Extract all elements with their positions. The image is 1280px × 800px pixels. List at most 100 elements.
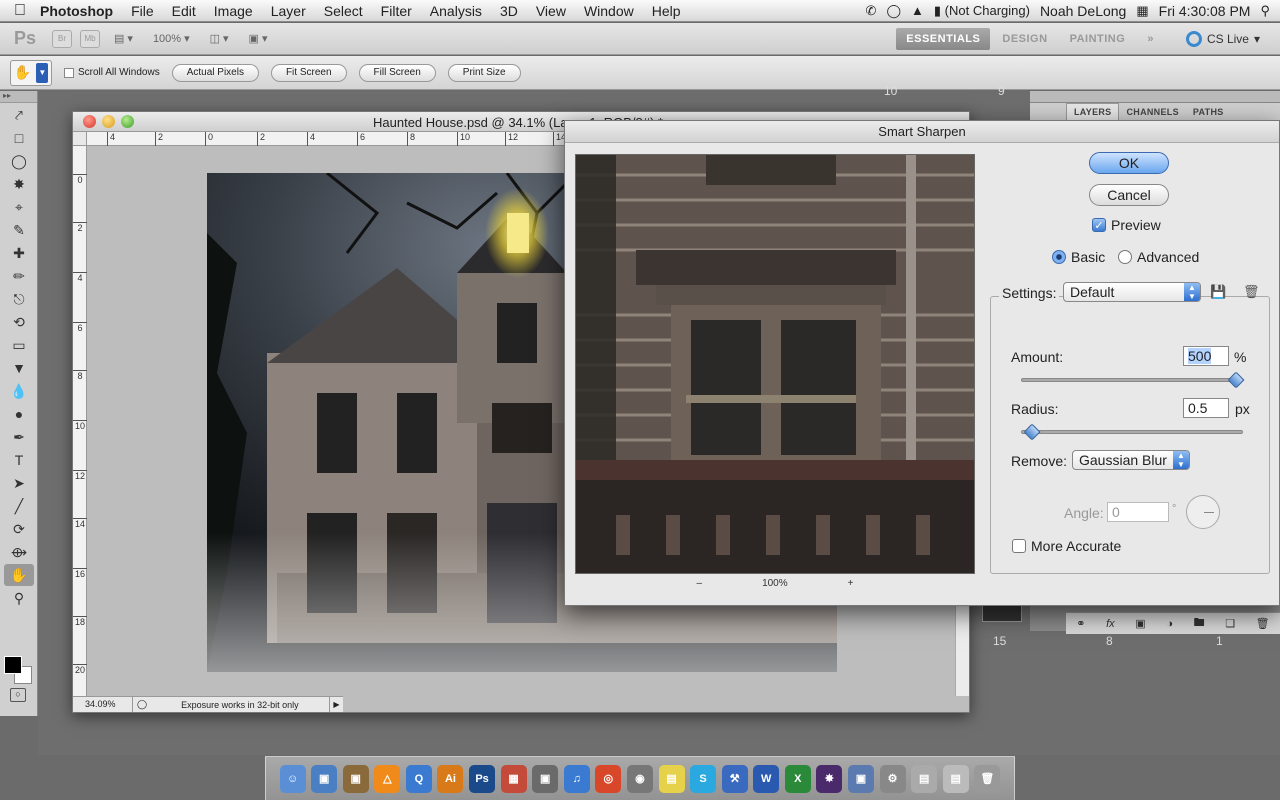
ok-button[interactable]: OK bbox=[1089, 152, 1169, 174]
fill-screen-button[interactable]: Fill Screen bbox=[358, 63, 436, 82]
spotlight-search-icon[interactable]: ⚲ bbox=[1260, 3, 1270, 19]
quick-mask-icon[interactable]: ○ bbox=[10, 688, 26, 702]
tab-paths[interactable]: PATHS bbox=[1186, 104, 1231, 120]
menu-window[interactable]: Window bbox=[575, 3, 643, 19]
save-settings-icon[interactable]: 💾 bbox=[1210, 284, 1226, 300]
battery-status[interactable]: ▮ (Not Charging) bbox=[934, 3, 1030, 19]
healing-brush-tool-icon[interactable]: ✚ bbox=[4, 242, 34, 264]
chrome-icon[interactable]: ◎ bbox=[595, 764, 622, 793]
bridge-icon[interactable]: ✸ bbox=[816, 764, 843, 793]
bridge-button[interactable]: Br bbox=[52, 29, 72, 48]
menu-view[interactable]: View bbox=[527, 3, 575, 19]
mask-icon[interactable]: ▣ bbox=[1135, 617, 1145, 630]
3d-rotate-tool-icon[interactable]: ⟳ bbox=[4, 518, 34, 540]
radius-input[interactable]: 0.5 bbox=[1183, 398, 1229, 418]
calendar-icon[interactable]: ▦ bbox=[500, 764, 527, 793]
camera-icon[interactable]: ◉ bbox=[626, 764, 653, 793]
vertical-ruler[interactable]: 0 2 4 6 8 10 12 14 16 18 20 bbox=[73, 146, 87, 696]
menu-analysis[interactable]: Analysis bbox=[421, 3, 491, 19]
system-preferences-icon[interactable]: ⚙ bbox=[879, 764, 906, 793]
zoom-out-button[interactable]: – bbox=[697, 578, 703, 589]
apple-icon[interactable]:  bbox=[0, 2, 40, 20]
vlc-icon[interactable]: △ bbox=[374, 764, 401, 793]
settings-select[interactable]: Default ▲ ▼ bbox=[1063, 282, 1201, 302]
minimize-icon[interactable] bbox=[102, 115, 115, 128]
user-name[interactable]: Noah DeLong bbox=[1040, 3, 1126, 19]
remove-select[interactable]: Gaussian Blur ▲ ▼ bbox=[1072, 450, 1190, 470]
link-icon[interactable]: ⚭ bbox=[1076, 617, 1085, 630]
menu-file[interactable]: File bbox=[122, 3, 163, 19]
ruler-origin[interactable] bbox=[73, 132, 87, 146]
word-icon[interactable]: W bbox=[753, 764, 780, 793]
advanced-radio[interactable]: Advanced bbox=[1118, 249, 1199, 265]
angle-input[interactable]: 0 bbox=[1107, 502, 1169, 522]
brush-tool-icon[interactable]: ✏ bbox=[4, 265, 34, 287]
quick-selection-tool-icon[interactable]: ✸ bbox=[4, 173, 34, 195]
menu-layer[interactable]: Layer bbox=[262, 3, 315, 19]
menu-edit[interactable]: Edit bbox=[163, 3, 205, 19]
menu-image[interactable]: Image bbox=[205, 3, 262, 19]
foreground-color-swatch[interactable] bbox=[4, 656, 22, 674]
documents-stack-icon[interactable]: ▤ bbox=[911, 764, 938, 793]
illustrator-icon[interactable]: Ai bbox=[437, 764, 464, 793]
close-icon[interactable] bbox=[83, 115, 96, 128]
line-tool-icon[interactable]: ╱ bbox=[4, 495, 34, 517]
scroll-all-windows-checkbox[interactable]: Scroll All Windows bbox=[64, 67, 160, 78]
status-menu-icon[interactable]: ◯ bbox=[133, 699, 151, 710]
amount-slider[interactable] bbox=[1021, 371, 1245, 389]
actual-pixels-button[interactable]: Actual Pixels bbox=[171, 63, 259, 82]
screen-mode-dropdown[interactable]: ▣ ▾ bbox=[243, 32, 274, 45]
finder-icon[interactable]: ☺ bbox=[279, 764, 306, 793]
zoom-tool-icon[interactable]: ⚲ bbox=[4, 587, 34, 609]
image-capture-icon[interactable]: ▣ bbox=[847, 764, 874, 793]
layers-panel-header[interactable] bbox=[1030, 91, 1280, 103]
eraser-tool-icon[interactable]: ▭ bbox=[4, 334, 34, 356]
more-accurate-checkbox[interactable]: More Accurate bbox=[1012, 538, 1121, 554]
paint-bucket-tool-icon[interactable]: ▼ bbox=[4, 357, 34, 379]
menu-3d[interactable]: 3D bbox=[491, 3, 527, 19]
downloads-stack-icon[interactable]: ▤ bbox=[942, 764, 969, 793]
mini-bridge-button[interactable]: Mb bbox=[80, 29, 100, 48]
eyedropper-tool-icon[interactable]: ✎ bbox=[4, 219, 34, 241]
cs-live-button[interactable]: CS Live ▾ bbox=[1172, 30, 1280, 47]
move-tool-icon[interactable]: ⤤ bbox=[4, 104, 34, 126]
tab-channels[interactable]: CHANNELS bbox=[1119, 104, 1185, 120]
tab-layers[interactable]: LAYERS bbox=[1066, 103, 1120, 120]
zoom-level-dropdown[interactable]: 100% ▾ bbox=[147, 32, 196, 46]
zoom-in-button[interactable]: + bbox=[848, 578, 854, 589]
dialog-title[interactable]: Smart Sharpen bbox=[565, 121, 1279, 143]
clock[interactable]: Fri 4:30:08 PM bbox=[1159, 3, 1251, 19]
delete-settings-icon[interactable]: 🗑 bbox=[1243, 284, 1260, 300]
preview-icon[interactable]: ▣ bbox=[311, 764, 338, 793]
status-arrow-icon[interactable]: ▶ bbox=[329, 697, 343, 712]
hand-tool-icon[interactable]: ✋ bbox=[4, 564, 34, 586]
iphoto-icon[interactable]: ▣ bbox=[532, 764, 559, 793]
itunes-icon[interactable]: ♫ bbox=[563, 764, 590, 793]
chat-icon[interactable]: ◯ bbox=[886, 3, 901, 19]
phone-icon[interactable]: ✆ bbox=[866, 3, 877, 19]
menu-help[interactable]: Help bbox=[643, 3, 690, 19]
workspace-more[interactable]: » bbox=[1137, 28, 1164, 50]
angle-dial[interactable] bbox=[1186, 495, 1220, 529]
tools-panel-header[interactable]: ▸▸ bbox=[0, 91, 37, 103]
menu-select[interactable]: Select bbox=[315, 3, 372, 19]
stickies-icon[interactable]: ▤ bbox=[658, 764, 685, 793]
preview-checkbox[interactable]: ✓ Preview bbox=[1092, 217, 1161, 233]
skype-icon[interactable]: S bbox=[690, 764, 717, 793]
zoom-icon[interactable] bbox=[121, 115, 134, 128]
calendar-icon[interactable]: ▦ bbox=[1136, 3, 1148, 19]
excel-icon[interactable]: X bbox=[784, 764, 811, 793]
menu-app-photoshop[interactable]: Photoshop bbox=[40, 3, 122, 19]
photos-icon[interactable]: ▣ bbox=[342, 764, 369, 793]
lasso-tool-icon[interactable]: ◯ bbox=[4, 150, 34, 172]
dodge-tool-icon[interactable]: ● bbox=[4, 403, 34, 425]
workspace-essentials[interactable]: ESSENTIALS bbox=[896, 27, 991, 50]
photoshop-icon[interactable]: Ps bbox=[469, 764, 496, 793]
clone-stamp-tool-icon[interactable]: ⎋ bbox=[4, 288, 34, 310]
path-selection-tool-icon[interactable]: ➤ bbox=[4, 472, 34, 494]
amount-input[interactable]: 500 bbox=[1183, 346, 1229, 366]
folder-icon[interactable]: 🖿 bbox=[1194, 614, 1205, 633]
workspace-design[interactable]: DESIGN bbox=[992, 28, 1057, 50]
workspace-painting[interactable]: PAINTING bbox=[1060, 28, 1136, 50]
trash-icon[interactable]: 🗑 bbox=[1256, 617, 1270, 630]
